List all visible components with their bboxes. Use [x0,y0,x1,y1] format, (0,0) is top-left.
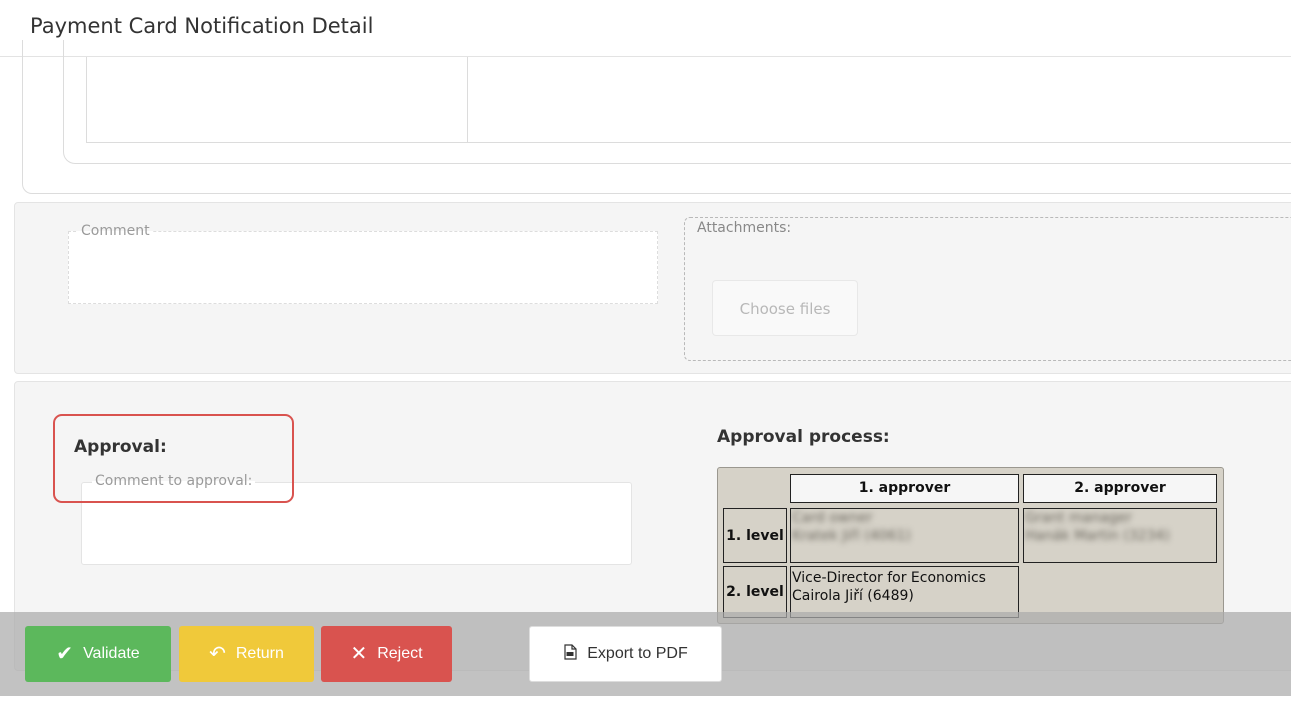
highlight-box [53,414,294,503]
column-header-approver-1: 1. approver [790,474,1019,503]
check-icon: ✔ [56,643,74,665]
approval-process-heading: Approval process: [717,427,890,447]
column-header-approver-2: 2. approver [1023,474,1217,503]
approval-process-table: 1. approver 2. approver 1. level Card ow… [717,467,1224,624]
comment-field[interactable] [68,231,658,304]
pdf-icon [563,643,577,665]
level-2-label: 2. level [723,566,787,618]
approver-cell: Grant manager Hanák Martin (3234) [1023,508,1217,563]
approver-cell: Vice-Director for Economics Cairola Jiří… [790,566,1019,618]
approver-role: Vice-Director for Economics [792,570,986,586]
reject-button[interactable]: ✕ Reject [321,626,452,682]
validate-label: Validate [83,645,140,662]
approver-cell: Card owner Kratek Jiří (4061) [790,508,1019,563]
approver-name: Kratek Jiří (4061) [792,528,911,544]
validate-button[interactable]: ✔ Validate [25,626,171,682]
approver-name: Hanák Martin (3234) [1025,528,1170,544]
approver-name: Cairola Jiří (6489) [792,588,914,604]
page-title: Payment Card Notification Detail [30,14,374,38]
export-pdf-button[interactable]: Export to PDF [529,626,722,682]
table-divider [467,57,468,143]
attachments-label: Attachments: [697,220,792,236]
reject-label: Reject [377,645,423,662]
approver-role: Grant manager [1025,510,1132,526]
return-label: Return [235,645,284,662]
comment-label: Comment [78,223,153,239]
choose-files-button[interactable]: Choose files [712,280,858,336]
approver-role: Card owner [792,510,873,526]
close-icon: ✕ [350,643,368,665]
export-label: Export to PDF [587,645,688,662]
return-button[interactable]: ↶ Return [179,626,314,682]
details-table [86,57,1291,143]
undo-icon: ↶ [209,643,226,665]
level-1-label: 1. level [723,508,787,563]
